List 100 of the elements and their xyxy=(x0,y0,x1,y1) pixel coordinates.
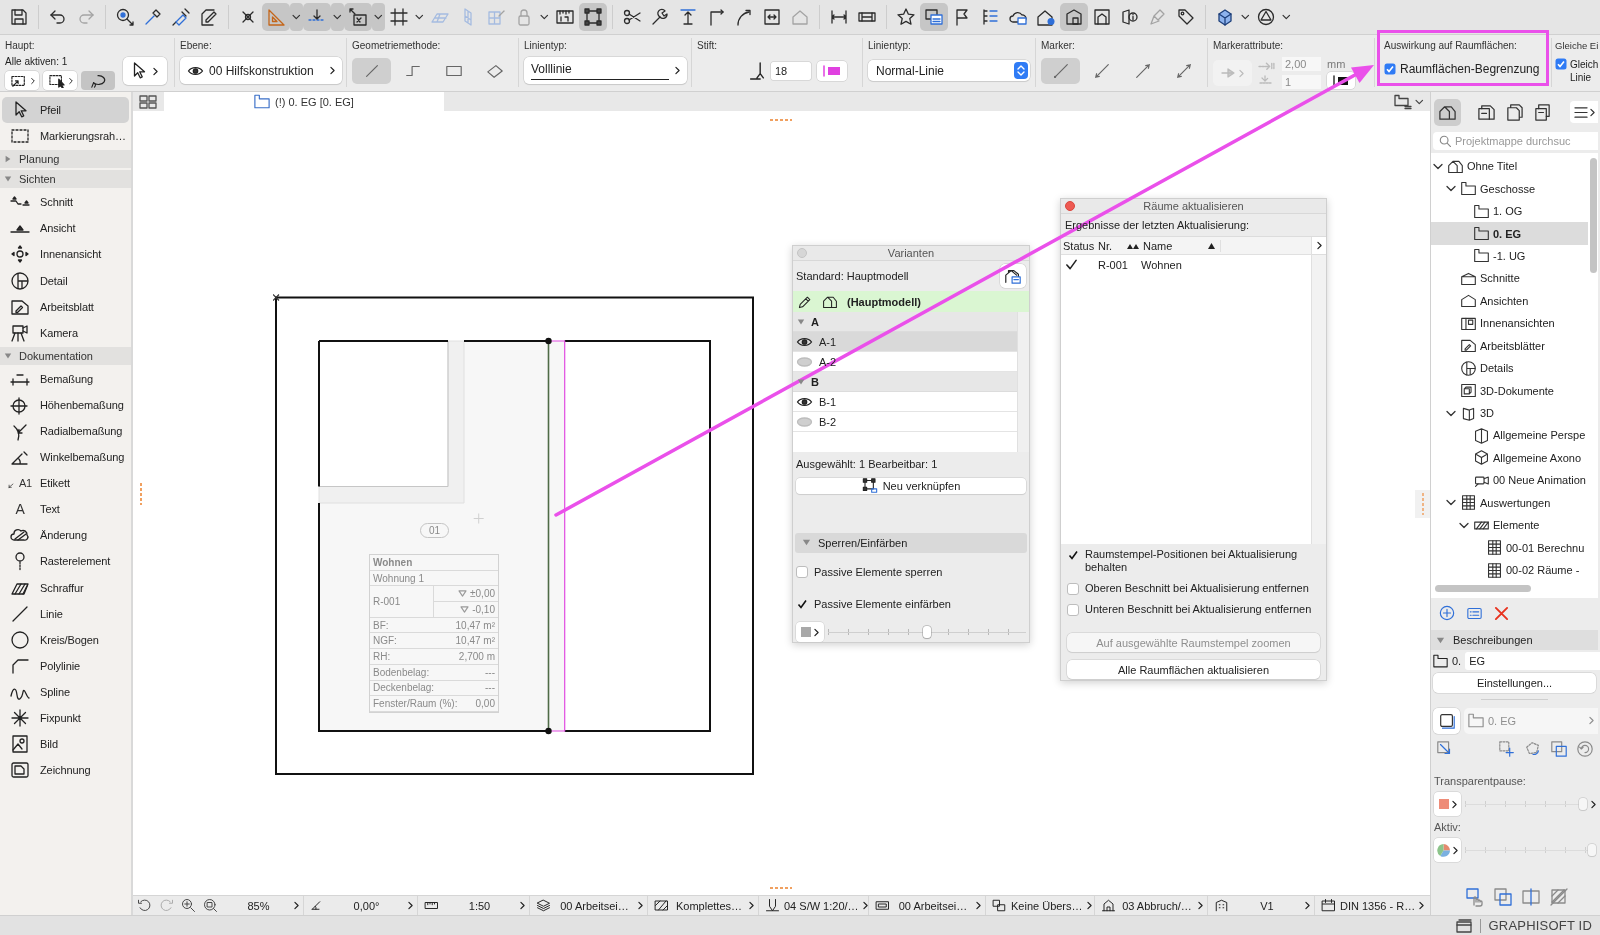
section-header[interactable]: Dokumentation xyxy=(0,346,131,365)
section-header[interactable]: Sichten xyxy=(0,170,131,189)
resize-handle-icon[interactable] xyxy=(770,119,792,121)
scrollbar[interactable] xyxy=(1435,585,1531,592)
section-header[interactable]: Sperren/Einfärben xyxy=(795,532,1027,553)
hatch-hide-icon[interactable] xyxy=(1549,887,1569,907)
hand-pointer-icon[interactable] xyxy=(1465,887,1485,907)
variant-group[interactable]: A xyxy=(793,312,1017,332)
transform-frame-button[interactable] xyxy=(579,3,607,31)
search-field[interactable]: Projektmappe durchsuc xyxy=(1433,132,1598,150)
tree-item[interactable]: 1. OG xyxy=(1431,199,1598,223)
tool-item[interactable]: Bemaßung xyxy=(2,365,129,392)
duplicate-icon[interactable] xyxy=(1493,887,1513,907)
reload-icon[interactable] xyxy=(1576,740,1594,758)
tool-item[interactable]: Pfeil xyxy=(2,97,129,124)
tree-item[interactable]: Arbeitsblätter xyxy=(1431,334,1598,357)
tree-item[interactable]: Allgemeine Axono xyxy=(1431,446,1598,470)
tool-item[interactable]: A1 Etikett xyxy=(2,470,129,497)
pen-number-field[interactable]: 18 xyxy=(771,61,811,80)
color-swatch-button[interactable] xyxy=(1434,838,1461,862)
tool-item[interactable]: Radialbemaßung xyxy=(2,417,129,445)
relink-button[interactable]: Neu verknüpfen xyxy=(796,477,1026,494)
delete-icon[interactable] xyxy=(1494,605,1509,621)
column-header[interactable]: Name xyxy=(1143,239,1173,252)
color-swatch-button[interactable] xyxy=(796,622,824,642)
tool-item[interactable]: Schnitt xyxy=(2,189,129,216)
checkbox[interactable] xyxy=(1067,583,1079,595)
rotate-shape-icon[interactable] xyxy=(1524,740,1542,758)
tool-item[interactable]: Zeichnung xyxy=(2,757,129,784)
view-tab[interactable]: (!) 0. EG [0. EG] xyxy=(164,92,444,111)
line-kind-select[interactable]: Normal-Linie xyxy=(868,60,1030,81)
pen-color-button[interactable] xyxy=(817,60,847,81)
resize-handle-icon[interactable] xyxy=(1415,490,1430,518)
tree-item[interactable]: 00-02 Räume - xyxy=(1431,558,1598,582)
tree-item[interactable]: 00 Neue Animation xyxy=(1431,469,1598,492)
tool-item[interactable]: Spline xyxy=(2,678,129,705)
tool-item[interactable]: Rasterelement xyxy=(2,548,129,575)
tool-item[interactable]: Schraffur xyxy=(2,574,129,601)
tool-item[interactable]: Kamera xyxy=(2,319,129,346)
plan-view-button[interactable] xyxy=(1433,707,1460,734)
panel-button[interactable]: Alle Raumflächen aktualisieren xyxy=(1067,660,1320,679)
tool-item[interactable]: Winkelbemaßung xyxy=(2,444,129,471)
story-name-field[interactable]: EG xyxy=(1465,652,1600,670)
tool-item[interactable]: Ansicht xyxy=(2,215,129,242)
resize-handle-icon[interactable] xyxy=(140,483,142,505)
copy-shape-icon[interactable] xyxy=(1550,740,1568,758)
checkbox[interactable] xyxy=(1555,58,1567,70)
tree-item[interactable]: Ansichten xyxy=(1431,289,1598,313)
move-icon[interactable] xyxy=(1498,740,1516,758)
properties-icon[interactable] xyxy=(1466,605,1483,621)
tool-item[interactable]: Linie xyxy=(2,600,129,627)
layers-button[interactable] xyxy=(920,3,948,31)
tool-item[interactable]: A Text xyxy=(2,496,129,523)
layer-dropdown[interactable]: 00 Hilfskonstruktion xyxy=(180,57,342,84)
tree-item[interactable]: 3D-Dokumente xyxy=(1431,379,1598,402)
selection-filter-button[interactable] xyxy=(43,71,77,90)
grid-view-button[interactable] xyxy=(137,92,159,111)
checkbox[interactable] xyxy=(796,565,808,578)
tree-item[interactable]: 0. EG xyxy=(1431,222,1588,245)
tree-item[interactable]: 00-01 Berechnu xyxy=(1431,536,1598,559)
tree-item[interactable]: Schnitte xyxy=(1431,267,1598,290)
tree-item[interactable]: Ohne Titel xyxy=(1431,155,1598,178)
checkbox[interactable] xyxy=(1067,549,1079,561)
view-options-button[interactable] xyxy=(1394,92,1424,111)
column-header[interactable]: Nr. xyxy=(1098,239,1113,252)
marker-button[interactable] xyxy=(1041,57,1080,84)
tool-item[interactable]: Innenansicht xyxy=(2,241,129,268)
selection-filter-button[interactable] xyxy=(81,71,115,90)
account-brand[interactable]: GRAPHISOFT ID xyxy=(1488,918,1592,933)
slider-thumb[interactable] xyxy=(1588,844,1596,856)
tool-item[interactable]: Fixpunkt xyxy=(2,704,129,732)
tree-item[interactable]: Auswertungen xyxy=(1431,491,1598,514)
tree-item[interactable]: 3D xyxy=(1431,401,1598,425)
split-frame-icon[interactable] xyxy=(1521,887,1541,907)
tree-item[interactable]: Details xyxy=(1431,356,1598,380)
tree-item[interactable]: -1. UG xyxy=(1431,244,1598,268)
navigator-tab[interactable] xyxy=(1434,98,1461,126)
building-button[interactable] xyxy=(1060,3,1088,31)
scrollbar[interactable] xyxy=(1590,158,1597,273)
tool-item[interactable]: Arbeitsblatt xyxy=(2,293,129,320)
variant-group[interactable]: B xyxy=(793,372,1017,392)
tree-item[interactable]: Innenansichten xyxy=(1431,312,1598,335)
line-type-dropdown[interactable]: Volllinie xyxy=(524,57,687,84)
tool-item[interactable]: Detail xyxy=(2,267,129,294)
dropdown-button[interactable] xyxy=(372,3,385,31)
column-header[interactable]: Status xyxy=(1061,239,1098,252)
variant-item[interactable]: A-1 xyxy=(793,332,1017,352)
tool-item[interactable]: Kreis/Bogen xyxy=(2,626,129,653)
section-header[interactable]: Beschreibungen xyxy=(1431,630,1598,650)
variant-settings-button[interactable] xyxy=(1000,264,1026,288)
pointer-button[interactable] xyxy=(123,57,167,85)
status-popup-button[interactable]: 85% xyxy=(221,896,303,915)
slider-thumb[interactable] xyxy=(1579,798,1587,810)
tool-item[interactable]: Bild xyxy=(2,731,129,758)
color-swatch-button[interactable] xyxy=(1434,792,1461,816)
tool-item[interactable]: Markierungsrah… xyxy=(2,123,129,150)
section-header[interactable]: Planung xyxy=(0,150,131,169)
close-button[interactable] xyxy=(1065,201,1075,211)
tree-item[interactable]: Elemente xyxy=(1431,514,1598,537)
tree-item[interactable]: Geschosse xyxy=(1431,177,1598,200)
